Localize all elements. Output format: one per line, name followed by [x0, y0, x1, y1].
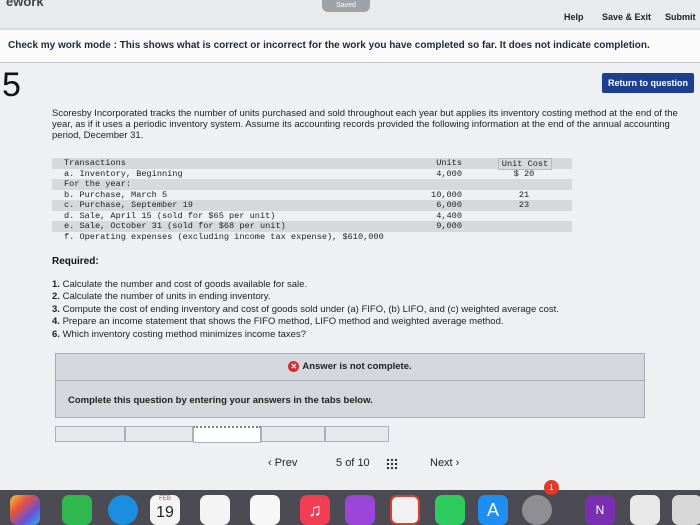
- row-label: e. Sale, October 31 (sold for $68 per un…: [64, 221, 286, 231]
- row-label: d. Sale, April 15 (sold for $65 per unit…: [64, 210, 276, 221]
- row-label: c. Purchase, September 19: [64, 200, 193, 210]
- system-settings-icon[interactable]: [522, 495, 552, 525]
- header-units: Units: [436, 158, 462, 168]
- table-row: a. Inventory, Beginning 4,000 $ 20: [52, 169, 572, 180]
- row-label: b. Purchase, March 5: [64, 189, 168, 200]
- incomplete-text: Answer is not complete.: [302, 361, 412, 372]
- calendar-month: FEB: [159, 496, 171, 502]
- row-label: a. Inventory, Beginning: [64, 168, 183, 179]
- row-cost: $ 20: [513, 168, 535, 179]
- preview-icon[interactable]: [672, 495, 700, 525]
- item-number: 6.: [52, 328, 60, 340]
- item-text: Which inventory costing method minimizes…: [62, 328, 306, 340]
- numbers-icon[interactable]: [435, 495, 465, 525]
- help-link[interactable]: Help: [564, 12, 584, 22]
- top-bar: ework Saved Help Save & Exit Submit: [0, 0, 700, 28]
- submit-link[interactable]: Submit: [665, 12, 696, 22]
- calculator-icon[interactable]: [630, 495, 660, 525]
- return-to-question-button[interactable]: Return to question: [602, 73, 694, 93]
- table-row: For the year:: [52, 179, 572, 190]
- item-number: 4.: [52, 316, 60, 328]
- total-pages: 10: [357, 457, 370, 469]
- row-units: 6,000: [436, 200, 462, 210]
- saved-indicator: Saved: [322, 0, 370, 12]
- answer-tab[interactable]: [325, 426, 389, 442]
- table-header-row: Transactions Units Unit Cost: [52, 158, 572, 170]
- app-store-icon[interactable]: A: [478, 495, 508, 525]
- answer-tab[interactable]: [261, 426, 325, 442]
- list-item: 4. Prepare an income statement that show…: [52, 316, 682, 328]
- question-number: 5: [2, 66, 21, 104]
- banner-text: Check my work mode : This shows what is …: [8, 40, 650, 51]
- question-intro: Scoresby Incorporated tracks the number …: [52, 108, 678, 141]
- required-list: 1. Calculate the number and cost of good…: [52, 279, 682, 341]
- news-icon[interactable]: [390, 495, 420, 525]
- row-label: For the year:: [64, 179, 132, 189]
- transactions-table: Transactions Units Unit Cost a. Inventor…: [52, 158, 572, 242]
- item-text: Calculate the number and cost of goods a…: [62, 279, 308, 290]
- notes-icon[interactable]: [250, 495, 280, 525]
- instructions-text: Complete this question by entering your …: [68, 395, 373, 406]
- notification-badge: 1: [544, 480, 559, 495]
- list-item: 1. Calculate the number and cost of good…: [52, 279, 682, 291]
- row-cost: 21: [518, 189, 530, 200]
- answer-tab[interactable]: [55, 426, 125, 442]
- app-title: ework: [6, 0, 44, 9]
- row-units: 4,000: [436, 168, 462, 179]
- save-exit-link[interactable]: Save & Exit: [602, 12, 651, 22]
- error-x-icon: ✕: [288, 360, 300, 372]
- instructions-box: Complete this question by entering your …: [55, 380, 645, 418]
- table-row: b. Purchase, March 5 10,000 21: [52, 190, 572, 201]
- list-item: 2. Calculate the number of units in endi…: [52, 291, 682, 303]
- next-button[interactable]: Next ›: [430, 457, 459, 469]
- page-of: of: [345, 457, 355, 469]
- row-units: 10,000: [431, 189, 462, 200]
- photos-icon[interactable]: [10, 495, 40, 525]
- item-text: Prepare an income statement that shows t…: [62, 316, 504, 328]
- grid-icon[interactable]: [386, 458, 398, 470]
- answer-incomplete-bar: ✕ Answer is not complete.: [55, 353, 645, 381]
- header-transactions: Transactions: [64, 158, 126, 168]
- row-label: f. Operating expenses (excluding income …: [64, 231, 384, 242]
- table-row: e. Sale, October 31 (sold for $68 per un…: [52, 221, 572, 232]
- answer-tabs: [55, 426, 643, 443]
- table-row: f. Operating expenses (excluding income …: [52, 232, 572, 243]
- page-indicator: 5 of 10: [336, 457, 370, 469]
- item-number: 2.: [52, 291, 60, 303]
- prev-button[interactable]: ‹ Prev: [268, 457, 297, 469]
- list-item: 3. Compute the cost of ending inventory …: [52, 304, 682, 316]
- table-row: d. Sale, April 15 (sold for $65 per unit…: [52, 211, 572, 222]
- calendar-day: 19: [156, 504, 174, 521]
- item-text: Compute the cost of ending inventory and…: [62, 303, 559, 315]
- item-number: 1.: [52, 279, 60, 290]
- required-heading: Required:: [52, 256, 99, 267]
- row-cost: 23: [518, 200, 530, 210]
- item-text: Calculate the number of units in ending …: [62, 291, 271, 303]
- current-page: 5: [336, 457, 343, 469]
- music-icon[interactable]: ♫: [300, 495, 330, 525]
- calendar-icon[interactable]: FEB 19: [150, 495, 180, 525]
- podcasts-icon[interactable]: [345, 495, 375, 525]
- item-number: 3.: [52, 303, 60, 315]
- row-units: 9,000: [436, 221, 462, 231]
- answer-tab[interactable]: [125, 426, 193, 442]
- onenote-icon[interactable]: N: [585, 495, 615, 525]
- answer-tab-active[interactable]: [193, 426, 261, 443]
- table-row: c. Purchase, September 19 6,000 23: [52, 200, 572, 211]
- facetime-icon[interactable]: [62, 495, 92, 525]
- reminders-icon[interactable]: [200, 495, 230, 525]
- list-item: 6. Which inventory costing method minimi…: [52, 329, 682, 341]
- check-work-banner: Check my work mode : This shows what is …: [0, 30, 700, 63]
- safari-icon[interactable]: [108, 495, 138, 525]
- row-units: 4,400: [436, 210, 462, 221]
